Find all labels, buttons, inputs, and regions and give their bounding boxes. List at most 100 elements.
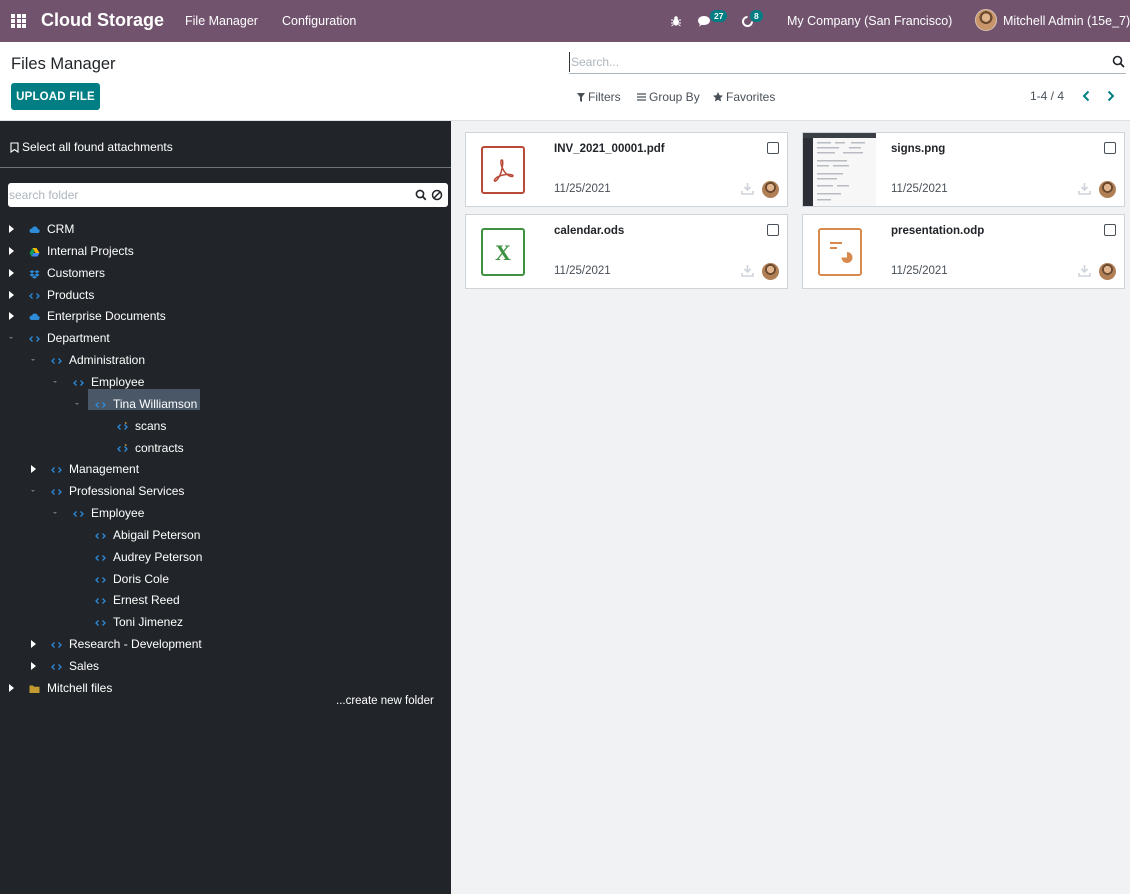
download-icon[interactable] — [741, 264, 754, 277]
favorites-button[interactable]: Favorites — [713, 90, 775, 104]
tree-node[interactable]: Tina Williamson — [0, 394, 451, 414]
file-card[interactable]: signs.png 11/25/2021 — [802, 132, 1125, 207]
tree-node[interactable]: Toni Jimenez — [0, 612, 451, 632]
expand-caret-icon[interactable] — [7, 683, 15, 692]
tree-node[interactable]: Management — [0, 459, 451, 479]
tree-node-label: CRM — [47, 222, 75, 236]
file-select-checkbox[interactable] — [767, 142, 779, 154]
company-switcher[interactable]: My Company (San Francisco) — [787, 14, 952, 28]
tree-node[interactable]: Employee — [0, 503, 451, 523]
menu-file-manager[interactable]: File Manager — [185, 14, 258, 28]
expand-caret-icon[interactable] — [7, 246, 15, 255]
tree-node-label: Professional Services — [69, 484, 185, 499]
pager-value[interactable]: 1-4 / 4 — [1030, 89, 1064, 103]
user-menu[interactable]: Mitchell Admin (15e_7) — [1003, 14, 1130, 28]
code-icon — [73, 508, 84, 518]
tree-node-label: Enterprise Documents — [47, 309, 166, 324]
tree-node[interactable]: Products — [0, 285, 451, 305]
activities-count-badge: 8 — [750, 10, 763, 22]
expand-caret-icon[interactable] — [29, 640, 37, 649]
user-avatar[interactable] — [975, 9, 997, 31]
search-input[interactable] — [569, 52, 1099, 72]
file-select-checkbox[interactable] — [767, 224, 779, 236]
expand-caret-icon[interactable] — [7, 290, 15, 299]
file-date: 11/25/2021 — [891, 265, 948, 277]
clear-search-icon[interactable] — [431, 189, 443, 201]
folder-search-input[interactable] — [8, 184, 408, 206]
app-title[interactable]: Cloud Storage — [41, 10, 164, 31]
download-icon[interactable] — [1078, 264, 1091, 277]
tree-node[interactable]: Professional Services — [0, 481, 451, 501]
spreadsheet-file-icon: X — [481, 228, 525, 276]
pager-previous-icon[interactable] — [1079, 88, 1093, 104]
expand-caret-icon[interactable] — [7, 268, 15, 277]
tree-node-label: Administration — [69, 353, 146, 368]
control-panel: Files Manager UPLOAD FILE Filters Group … — [0, 42, 1130, 121]
tree-node[interactable]: contracts — [0, 438, 451, 458]
collapse-caret-icon[interactable] — [51, 509, 59, 517]
tree-node-label: Internal Projects — [47, 243, 134, 258]
code-icon — [73, 377, 84, 387]
file-select-checkbox[interactable] — [1104, 142, 1116, 154]
tree-node-label: Customers — [47, 265, 106, 280]
tree-node[interactable]: Ernest Reed — [0, 590, 451, 610]
bug-icon[interactable] — [668, 13, 684, 29]
tree-node[interactable]: Customers — [0, 263, 451, 283]
create-new-folder-link[interactable]: ...create new folder — [336, 695, 434, 707]
select-all-attachments[interactable]: Select all found attachments — [10, 140, 173, 154]
tree-node[interactable]: Administration — [0, 350, 451, 370]
file-card[interactable]: presentation.odp 11/25/2021 — [802, 214, 1125, 289]
owner-avatar — [1099, 263, 1116, 280]
apps-menu-icon[interactable] — [11, 14, 26, 28]
collapse-caret-icon[interactable] — [29, 487, 37, 495]
collapse-caret-icon[interactable] — [29, 356, 37, 364]
tree-node[interactable]: Enterprise Documents — [0, 306, 451, 326]
tree-node[interactable]: Audrey Peterson — [0, 547, 451, 567]
collapse-caret-icon[interactable] — [73, 400, 81, 408]
pager-next-icon[interactable] — [1104, 88, 1118, 104]
tree-node-label: Toni Jimenez — [113, 615, 184, 630]
download-icon[interactable] — [1078, 182, 1091, 195]
collapse-caret-icon[interactable] — [51, 378, 59, 386]
tree-node-label: Management — [69, 462, 140, 477]
file-select-checkbox[interactable] — [1104, 224, 1116, 236]
tree-node-label: Employee — [91, 506, 145, 521]
file-date: 11/25/2021 — [554, 183, 611, 195]
tree-node-label: contracts — [135, 440, 184, 455]
messages-count-badge: 27 — [710, 10, 728, 22]
expand-caret-icon[interactable] — [7, 225, 15, 233]
top-navbar: Cloud Storage File Manager Configuration… — [0, 0, 1130, 42]
tree-node[interactable]: Internal Projects — [0, 241, 451, 261]
tree-node[interactable]: Research - Development — [0, 634, 451, 654]
tree-node[interactable]: Department — [0, 328, 451, 348]
expand-caret-icon[interactable] — [29, 662, 37, 670]
upload-file-button[interactable]: UPLOAD FILE — [11, 83, 100, 110]
file-card[interactable]: INV_2021_00001.pdf 11/25/2021 — [465, 132, 788, 207]
search-icon[interactable] — [1112, 55, 1125, 68]
tree-node[interactable]: scans — [0, 416, 451, 436]
owner-avatar — [1099, 181, 1116, 198]
menu-configuration[interactable]: Configuration — [282, 14, 356, 28]
download-icon[interactable] — [741, 182, 754, 195]
tree-node[interactable]: CRM — [0, 219, 451, 239]
group-by-button[interactable]: Group By — [637, 90, 700, 104]
expand-caret-icon[interactable] — [7, 312, 15, 321]
tree-node[interactable]: Sales — [0, 656, 451, 676]
expand-caret-icon[interactable] — [29, 465, 37, 474]
file-name: INV_2021_00001.pdf — [554, 143, 665, 155]
tree-node[interactable]: Doris Cole — [0, 569, 451, 589]
tree-node[interactable]: Abigail Peterson — [0, 525, 451, 545]
filters-button[interactable]: Filters — [577, 90, 621, 104]
code-icon — [95, 595, 106, 605]
file-card[interactable]: X calendar.ods 11/25/2021 — [465, 214, 788, 289]
file-name: signs.png — [891, 143, 946, 155]
tree-node[interactable]: Employee — [0, 372, 451, 392]
collapse-caret-icon[interactable] — [7, 334, 15, 342]
code-icon — [51, 355, 62, 365]
tree-node-label: Products — [47, 287, 95, 302]
tree-node-label: scans — [135, 418, 167, 433]
list-icon — [637, 93, 646, 101]
folder-search-icon[interactable] — [415, 189, 427, 201]
tree-node-label: Abigail Peterson — [113, 527, 201, 542]
svg-text:X: X — [495, 241, 511, 263]
